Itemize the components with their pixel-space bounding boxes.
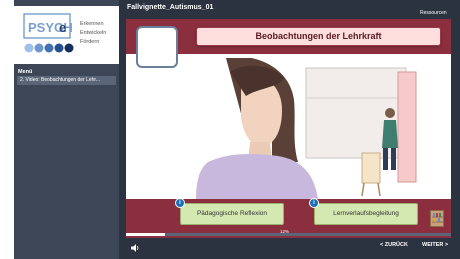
next-button[interactable]: WEITER > — [422, 242, 448, 248]
slide-title: Beobachtungen der Lehrkraft — [255, 31, 382, 41]
logo-line-1: Erkennen — [80, 21, 104, 27]
illustration-scene — [186, 56, 421, 199]
sidebar-item-video[interactable]: 2. Video: Beobachtungen der Lehr... — [17, 76, 116, 85]
lernverlaufsbegleitung-button[interactable]: Lernverlaufsbegleitung — [314, 203, 418, 225]
logo-line-3: Fördern — [80, 39, 99, 45]
bookshelf-icon[interactable] — [430, 210, 444, 227]
placeholder-frame — [136, 26, 178, 68]
paedagogische-reflexion-button[interactable]: Pädagogische Reflexion — [180, 203, 284, 225]
info-icon[interactable]: i — [175, 198, 185, 208]
progress-label: 12% — [280, 229, 290, 234]
logo-icon: PSYCH e Erkennen Entwickeln Fördern — [23, 13, 106, 53]
logo: PSYCH e Erkennen Entwickeln Fördern — [14, 6, 119, 64]
logo-line-2: Entwickeln — [80, 30, 106, 36]
course-title: Fallvignette_Autismus_01 — [127, 4, 214, 11]
logo-word-e: e — [59, 20, 66, 35]
menu-label: Menü — [18, 69, 33, 75]
info-icon[interactable]: i — [309, 198, 319, 208]
sound-icon[interactable] — [130, 240, 140, 252]
resources-link[interactable]: Ressourcen — [420, 10, 447, 16]
progress-fill — [126, 233, 165, 236]
back-button[interactable]: < ZURÜCK — [380, 242, 408, 248]
